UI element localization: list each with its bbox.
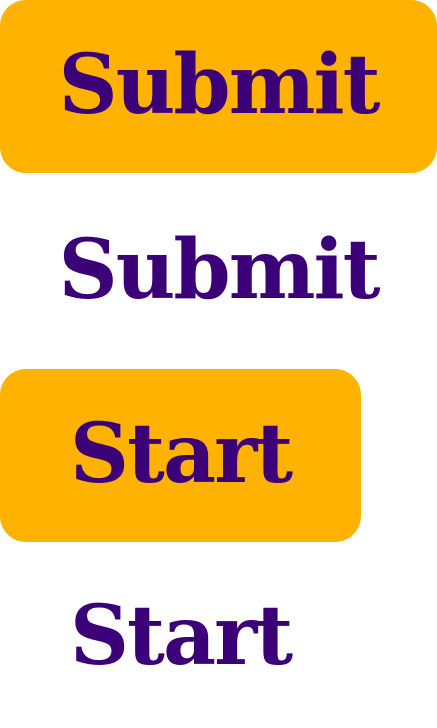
submit-button-text[interactable]: Submit	[0, 185, 437, 358]
start-button-label: Start	[69, 405, 293, 502]
submit-button-filled[interactable]: Submit	[0, 0, 437, 173]
start-text-button-label: Start	[69, 587, 293, 684]
start-button-filled[interactable]: Start	[0, 369, 361, 542]
submit-text-button-label: Submit	[58, 221, 381, 318]
submit-button-label: Submit	[58, 36, 381, 133]
start-button-text[interactable]: Start	[0, 551, 361, 724]
